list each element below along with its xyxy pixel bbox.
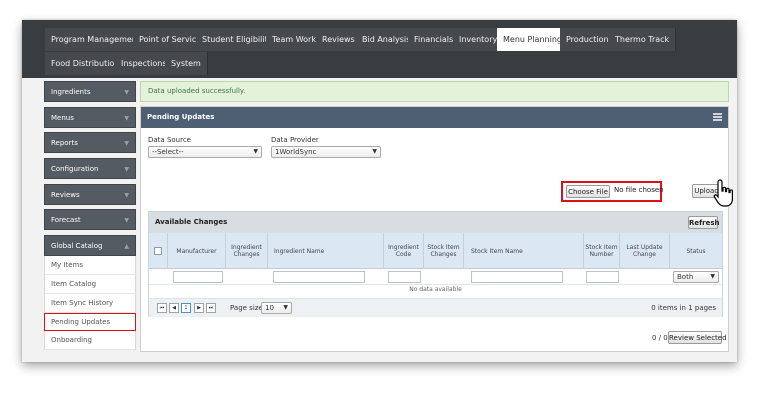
sidebar: Ingredients ▼ Menus ▼ Reports ▼ Configur… bbox=[44, 81, 136, 351]
column-stock-item-changes[interactable]: Stock Item Changes bbox=[424, 233, 464, 269]
data-source-value: --Select-- bbox=[152, 148, 184, 156]
tab-menu-planning[interactable]: Menu Planning bbox=[497, 28, 569, 51]
sidebar-section-menus[interactable]: Menus ▼ bbox=[44, 106, 136, 128]
empty-grid-message: No data available bbox=[409, 286, 462, 293]
chevron-down-icon: ▼ bbox=[124, 89, 129, 96]
file-picker: Choose File No file chosen bbox=[561, 181, 664, 202]
panel-header: Pending Updates bbox=[141, 107, 728, 128]
grid-header: Available Changes Refresh bbox=[149, 212, 722, 233]
last-page-icon[interactable]: ⏭ bbox=[206, 303, 216, 313]
column-ingredient-changes[interactable]: Ingredient Changes bbox=[226, 233, 268, 269]
page-size-value: 10 bbox=[265, 304, 274, 312]
sidebar-item-item-sync-history[interactable]: Item Sync History bbox=[44, 293, 136, 313]
manufacturer-filter-input[interactable] bbox=[173, 271, 223, 283]
pending-updates-panel: Pending Updates Data Source --Select-- ▼… bbox=[140, 106, 729, 352]
sidebar-section-label: Global Catalog bbox=[51, 242, 103, 251]
column-ingredient-code[interactable]: Ingredient Code bbox=[384, 233, 424, 269]
grid-filter-row: Both ▼ bbox=[149, 269, 722, 285]
ingredient-code-filter-input[interactable] bbox=[388, 271, 421, 283]
top-navigation: Program Management Point of Service Stud… bbox=[22, 20, 737, 78]
menu-icon[interactable] bbox=[713, 113, 722, 121]
chevron-down-icon: ▼ bbox=[124, 217, 129, 225]
tab-system[interactable]: System bbox=[165, 52, 208, 75]
select-all-checkbox[interactable] bbox=[154, 247, 162, 255]
grid-column-headers: Manufacturer Ingredient Changes Ingredie… bbox=[149, 233, 722, 269]
sidebar-item-onboarding[interactable]: Onboarding bbox=[44, 331, 136, 351]
stock-item-name-filter-input[interactable] bbox=[471, 271, 563, 283]
prev-page-icon[interactable]: ◀ bbox=[169, 303, 179, 313]
status-filter-select[interactable]: Both ▼ bbox=[673, 271, 719, 283]
ingredient-name-filter-input[interactable] bbox=[273, 271, 365, 283]
data-provider-select[interactable]: 1WorldSync ▼ bbox=[271, 146, 381, 158]
chevron-down-icon: ▼ bbox=[372, 148, 377, 155]
sidebar-item-pending-updates[interactable]: Pending Updates bbox=[44, 312, 136, 332]
column-stock-item-number[interactable]: Stock Item Number bbox=[584, 233, 620, 269]
tab-program-management[interactable]: Program Management bbox=[45, 28, 147, 51]
file-status-text: No file chosen bbox=[614, 186, 664, 194]
tab-thermo-track[interactable]: Thermo Track bbox=[609, 28, 677, 51]
chevron-down-icon: ▼ bbox=[283, 304, 288, 311]
status-filter-value: Both bbox=[677, 273, 694, 281]
sidebar-section-configuration[interactable]: Configuration ▼ bbox=[44, 158, 136, 180]
chevron-down-icon: ▼ bbox=[124, 140, 129, 148]
column-stock-item-name[interactable]: Stock Item Name bbox=[464, 233, 584, 269]
column-manufacturer[interactable]: Manufacturer bbox=[168, 233, 226, 269]
sidebar-section-forecast[interactable]: Forecast ▼ bbox=[44, 209, 136, 231]
sidebar-section-global-catalog[interactable]: Global Catalog ▲ bbox=[44, 235, 136, 257]
sidebar-section-label: Forecast bbox=[51, 216, 81, 225]
chevron-down-icon: ▼ bbox=[124, 166, 129, 174]
data-provider-label: Data Provider bbox=[271, 136, 319, 144]
sidebar-item-my-items[interactable]: My Items bbox=[44, 256, 136, 275]
chevron-down-icon: ▼ bbox=[124, 114, 129, 122]
tab-production[interactable]: Production bbox=[560, 28, 616, 51]
tab-team-work[interactable]: Team Work bbox=[266, 28, 323, 51]
selection-count: 0 / 0 bbox=[652, 334, 668, 342]
chevron-down-icon: ▼ bbox=[124, 191, 129, 199]
sidebar-section-label: Reports bbox=[51, 139, 78, 148]
column-last-update-change[interactable]: Last Update Change bbox=[620, 233, 670, 269]
success-alert: Data uploaded successfully. bbox=[140, 81, 729, 102]
sidebar-section-reports[interactable]: Reports ▼ bbox=[44, 132, 136, 154]
chevron-up-icon: ▲ bbox=[124, 243, 129, 251]
panel-title: Pending Updates bbox=[147, 113, 215, 121]
data-source-label: Data Source bbox=[148, 136, 191, 144]
select-all-column bbox=[149, 233, 168, 269]
first-page-icon[interactable]: ⏮ bbox=[157, 303, 167, 313]
tab-reviews[interactable]: Reviews bbox=[316, 28, 362, 51]
sidebar-item-item-catalog[interactable]: Item Catalog bbox=[44, 274, 136, 294]
refresh-button[interactable]: Refresh bbox=[688, 216, 720, 229]
sidebar-section-label: Ingredients bbox=[51, 88, 91, 96]
available-changes-grid: Available Changes Refresh Manufacturer I… bbox=[148, 211, 723, 317]
hand-cursor-icon bbox=[713, 179, 733, 207]
data-provider-value: 1WorldSync bbox=[275, 148, 317, 156]
review-selected-button[interactable]: Review Selected bbox=[668, 331, 727, 344]
column-ingredient-name[interactable]: Ingredient Name bbox=[268, 233, 384, 269]
chevron-down-icon: ▼ bbox=[253, 148, 258, 155]
sidebar-section-label: Menus bbox=[51, 113, 74, 122]
grid-pager: ⏮ ◀ 1 ▶ ⏭ Page size: 10 ▼ 0 items in 1 p… bbox=[149, 298, 722, 317]
stock-item-number-filter-input[interactable] bbox=[586, 271, 619, 283]
sidebar-section-reviews[interactable]: Reviews ▼ bbox=[44, 183, 136, 205]
sidebar-section-label: Configuration bbox=[51, 165, 99, 174]
column-status[interactable]: Status bbox=[670, 233, 722, 269]
current-page-button[interactable]: 1 bbox=[181, 303, 191, 313]
pager-summary: 0 items in 1 pages bbox=[651, 304, 716, 312]
app-frame: Program Management Point of Service Stud… bbox=[22, 20, 737, 362]
next-page-icon[interactable]: ▶ bbox=[194, 303, 204, 313]
grid-title: Available Changes bbox=[155, 218, 228, 226]
page-size-select[interactable]: 10 ▼ bbox=[261, 302, 292, 314]
chevron-down-icon: ▼ bbox=[710, 273, 715, 280]
sidebar-section-ingredients[interactable]: Ingredients ▼ bbox=[44, 81, 136, 102]
sidebar-section-label: Reviews bbox=[51, 190, 80, 199]
data-source-select[interactable]: --Select-- ▼ bbox=[148, 146, 262, 158]
page-size-label: Page size: bbox=[230, 304, 266, 312]
choose-file-button[interactable]: Choose File bbox=[566, 185, 610, 198]
